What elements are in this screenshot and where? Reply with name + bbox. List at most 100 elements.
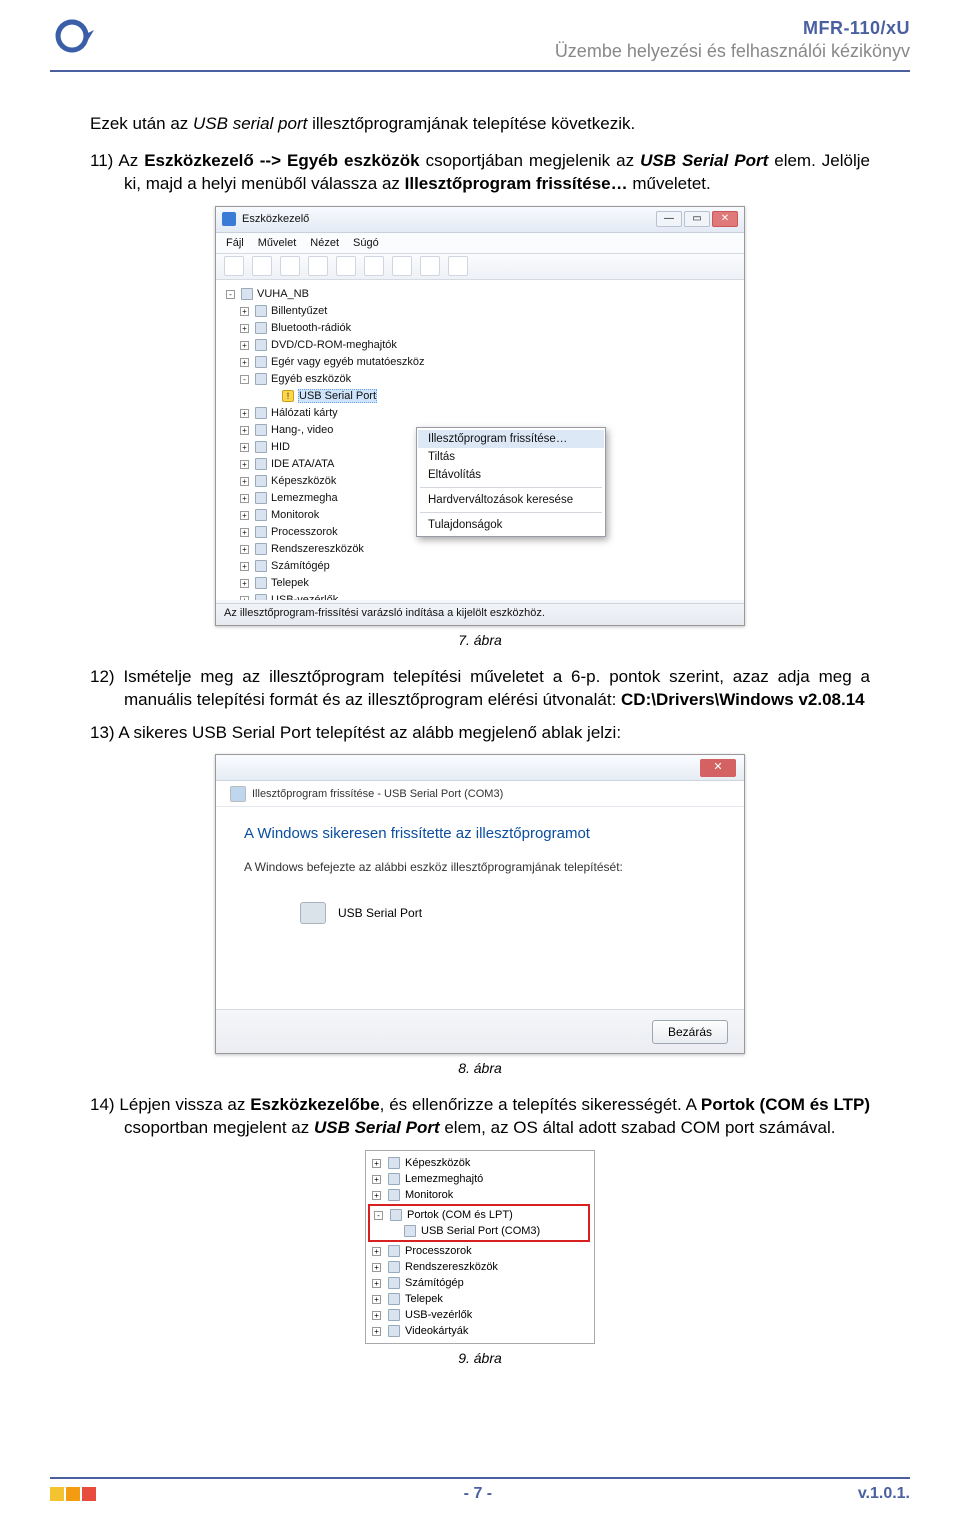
menu-item[interactable]: Súgó [353,237,379,249]
tree-item-ports[interactable]: -Portok (COM és LPT) [370,1207,588,1223]
header-rule [50,70,910,72]
expand-icon[interactable]: + [372,1247,381,1256]
tree-item[interactable]: +USB-vezérlők [368,1307,590,1323]
tool-button[interactable] [280,256,300,276]
installed-device-row: USB Serial Port [244,896,716,930]
tree-label: Képeszközök [405,1157,470,1169]
expand-icon[interactable]: + [372,1295,381,1304]
expand-icon[interactable]: + [240,460,249,469]
tree-item[interactable]: +Videokártyák [368,1323,590,1339]
tree-item[interactable]: +Billentyűzet [226,303,738,320]
expand-icon[interactable]: + [240,545,249,554]
expand-icon[interactable]: + [372,1263,381,1272]
window-titlebar: Eszközkezelő — ▭ ✕ [216,207,744,233]
warning-icon: ! [282,390,294,402]
tree-item[interactable]: +Processzorok [368,1243,590,1259]
tree-item[interactable]: +Rendszereszközök [226,541,738,558]
tree-item[interactable]: + Hálózati kárty [226,405,738,422]
tree-item[interactable]: +Egér vagy egyéb mutatóeszköz [226,354,738,371]
tree-item[interactable]: + Képeszközök [368,1155,590,1171]
device-icon [255,424,267,436]
close-button[interactable]: ✕ [712,211,738,227]
ctx-scan-hardware[interactable]: Hardverváltozások keresése [418,491,604,509]
ctx-properties[interactable]: Tulajdonságok [418,516,604,534]
expand-icon[interactable]: + [372,1175,381,1184]
tree-root[interactable]: - VUHA_NB [226,286,738,303]
tool-button[interactable] [420,256,440,276]
close-dialog-button[interactable]: Bezárás [652,1020,728,1044]
version-label: v.1.0.1. [858,1485,910,1503]
expand-icon[interactable]: + [372,1159,381,1168]
tree-item[interactable]: +DVD/CD-ROM-meghajtók [226,337,738,354]
tool-button[interactable] [392,256,412,276]
tree-label: USB Serial Port (COM3) [421,1225,540,1237]
expand-icon[interactable]: + [240,307,249,316]
tree-item[interactable]: +USB-vezérlők [226,592,738,600]
selected-item: USB Serial Port [298,389,377,403]
device-icon [255,339,267,351]
ctx-separator [420,512,602,513]
expand-icon[interactable]: + [240,409,249,418]
device-icon [255,356,267,368]
expand-icon[interactable]: + [240,562,249,571]
expand-icon[interactable]: + [240,324,249,333]
driver-icon [230,786,246,802]
tree-item-other-devices[interactable]: -Egyéb eszközök [226,371,738,388]
expand-icon[interactable]: + [240,358,249,367]
ctx-disable[interactable]: Tiltás [418,448,604,466]
device-icon [388,1293,400,1305]
dialog-body: A Windows sikeresen frissítette az illes… [216,807,744,948]
text: 11) Az [90,151,144,170]
maximize-button[interactable]: ▭ [684,211,710,227]
minimize-button[interactable]: — [656,211,682,227]
expand-icon[interactable]: + [372,1327,381,1336]
ctx-uninstall[interactable]: Eltávolítás [418,466,604,484]
tree-item-usb-serial-com3[interactable]: USB Serial Port (COM3) [370,1223,588,1239]
forward-button[interactable] [252,256,272,276]
expand-icon[interactable]: + [240,596,249,600]
back-button[interactable] [224,256,244,276]
tree-item[interactable]: +Bluetooth-rádiók [226,320,738,337]
tree-item[interactable]: +Rendszereszközök [368,1259,590,1275]
tree-item[interactable]: +Telepek [226,575,738,592]
tree-item[interactable]: +Telepek [368,1291,590,1307]
expand-icon[interactable]: + [240,477,249,486]
tree-item[interactable]: +Számítógép [226,558,738,575]
tool-button[interactable] [448,256,468,276]
tree-item-usb-serial-port[interactable]: ! USB Serial Port [226,388,738,405]
menu-item[interactable]: Nézet [310,237,339,249]
collapse-icon[interactable]: - [226,290,235,299]
ctx-update-driver[interactable]: Illesztőprogram frissítése… [418,430,604,448]
close-button[interactable]: ✕ [700,759,736,777]
tree-item[interactable]: +Számítógép [368,1275,590,1291]
device-icon [388,1277,400,1289]
device-icon [255,322,267,334]
body-content: Ezek után az USB serial port illesztőpro… [50,112,910,1366]
expand-icon[interactable]: + [240,341,249,350]
tree-label: Hálózati kárty [271,407,338,419]
screenshot-device-manager: Eszközkezelő — ▭ ✕ Fájl Művelet Nézet Sú… [215,206,745,626]
expand-icon[interactable]: + [240,443,249,452]
decor-square-icon [82,1487,96,1501]
expand-icon[interactable]: + [240,511,249,520]
collapse-icon[interactable]: - [374,1211,383,1220]
window-title: Eszközkezelő [242,213,309,225]
tree-item[interactable]: +Monitorok [368,1187,590,1203]
menu-item[interactable]: Művelet [258,237,297,249]
expand-icon[interactable]: + [372,1279,381,1288]
tool-button[interactable] [336,256,356,276]
collapse-icon[interactable]: - [240,375,249,384]
expand-icon[interactable]: + [240,579,249,588]
tree-item[interactable]: +Lemezmeghajtó [368,1171,590,1187]
text: műveletet. [628,174,711,193]
expand-icon[interactable]: + [240,528,249,537]
menu-item[interactable]: Fájl [226,237,244,249]
expand-icon[interactable]: + [372,1311,381,1320]
tool-button[interactable] [364,256,384,276]
expand-icon[interactable]: + [372,1191,381,1200]
expand-icon[interactable]: + [240,426,249,435]
tool-button[interactable] [308,256,328,276]
expand-icon[interactable]: + [240,494,249,503]
product-code: MFR-110/xU [96,18,910,39]
device-icon [388,1157,400,1169]
